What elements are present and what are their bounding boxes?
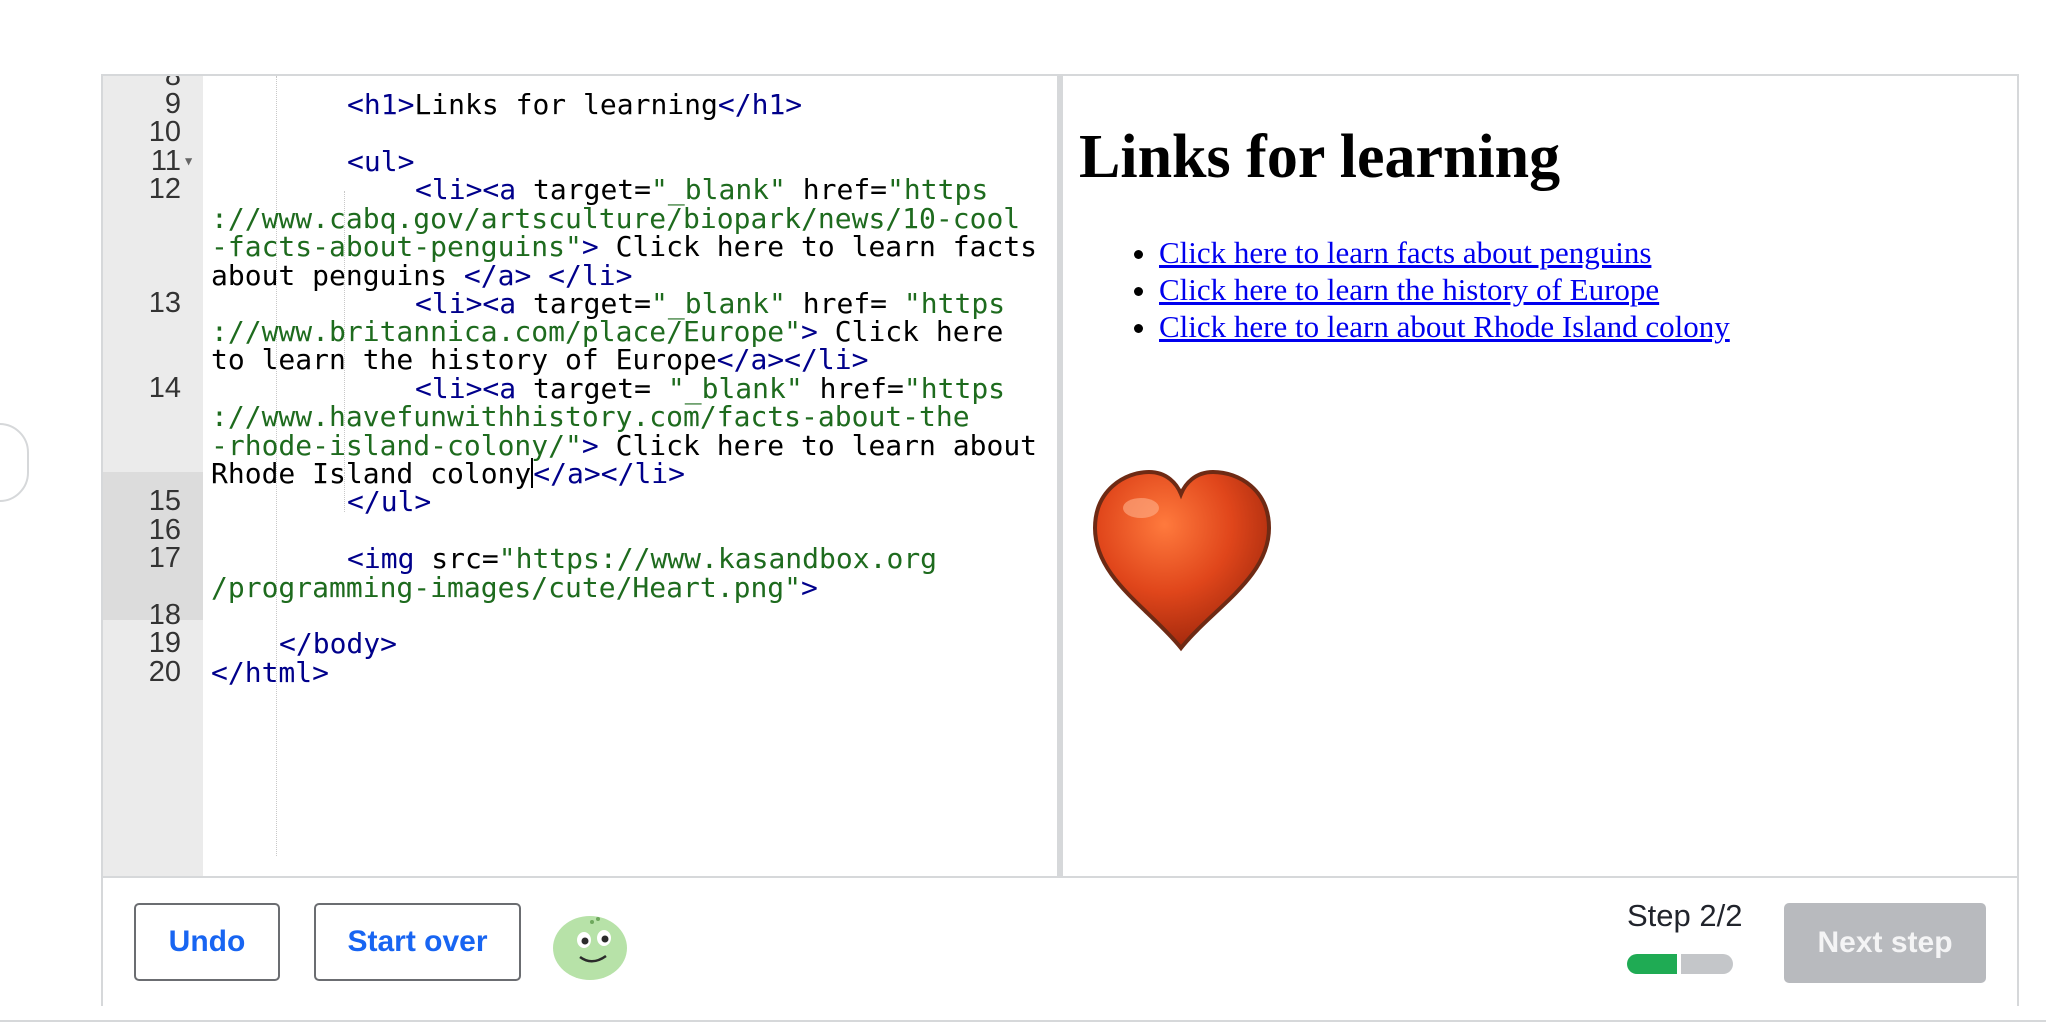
code-line: /programming-images/cute/Heart.png"> [211, 569, 818, 606]
preview-link-list: Click here to learn facts about penguins… [1095, 234, 1730, 345]
europe-link[interactable]: Click here to learn the history of Europ… [1159, 272, 1659, 307]
progress-remaining [1681, 954, 1733, 974]
start-over-button[interactable]: Start over [314, 903, 521, 981]
fold-arrow-icon[interactable]: ▼ [185, 143, 192, 180]
code-line: <ul> [347, 143, 414, 180]
code-token: </a></li> [533, 457, 686, 490]
step-indicator: Step 2/2 [1627, 898, 1743, 933]
preview-heading: Links for learning [1079, 123, 1561, 191]
penguins-link[interactable]: Click here to learn facts about penguins [1159, 235, 1651, 270]
line-number: 20 [148, 656, 181, 688]
line-number: 12 [148, 173, 181, 205]
list-item: Click here to learn the history of Europ… [1159, 271, 1730, 308]
code-token: <h1> [347, 88, 415, 121]
code-line: </html> [211, 654, 329, 691]
code-editor[interactable]: 8 9 10 11 ▼ 12 13 14 15 16 17 18 19 20 <… [103, 76, 1057, 876]
heart-image [1092, 469, 1272, 652]
progress-completed [1627, 954, 1677, 974]
bottom-toolbar: Undo Start over Step 2/2 Next step [103, 876, 2017, 1006]
line-number: 17 [148, 542, 181, 574]
line-number: 14 [148, 372, 181, 404]
code-token: </html> [211, 656, 330, 689]
next-step-button[interactable]: Next step [1784, 903, 1986, 983]
side-panel-tab[interactable] [0, 423, 29, 502]
code-token: </h1> [717, 88, 803, 121]
code-line: Rhode Island colony</a></li> [211, 455, 685, 492]
code-token: <ul> [347, 145, 415, 178]
list-item: Click here to learn about Rhode Island c… [1159, 308, 1730, 345]
challenge-frame: 8 9 10 11 ▼ 12 13 14 15 16 17 18 19 20 <… [101, 74, 2019, 1006]
list-item: Click here to learn facts about penguins [1159, 234, 1730, 271]
code-token: Links for learning [414, 88, 718, 121]
line-number: 13 [148, 287, 181, 319]
undo-button[interactable]: Undo [134, 903, 280, 981]
avatar[interactable] [550, 910, 630, 982]
step-progress-bar [1627, 954, 1733, 974]
code-token: Click here to learn facts [598, 230, 1038, 263]
output-preview: Links for learning Click here to learn f… [1063, 76, 2017, 876]
code-token: /programming-images/cute/Heart.png" [211, 571, 802, 604]
code-line: </ul> [347, 483, 431, 520]
code-token: </ul> [347, 485, 432, 518]
code-line: <h1>Links for learning</h1> [347, 86, 802, 123]
rhode-island-link[interactable]: Click here to learn about Rhode Island c… [1159, 309, 1730, 344]
code-token: > [801, 571, 818, 604]
page-divider [0, 1020, 2046, 1022]
